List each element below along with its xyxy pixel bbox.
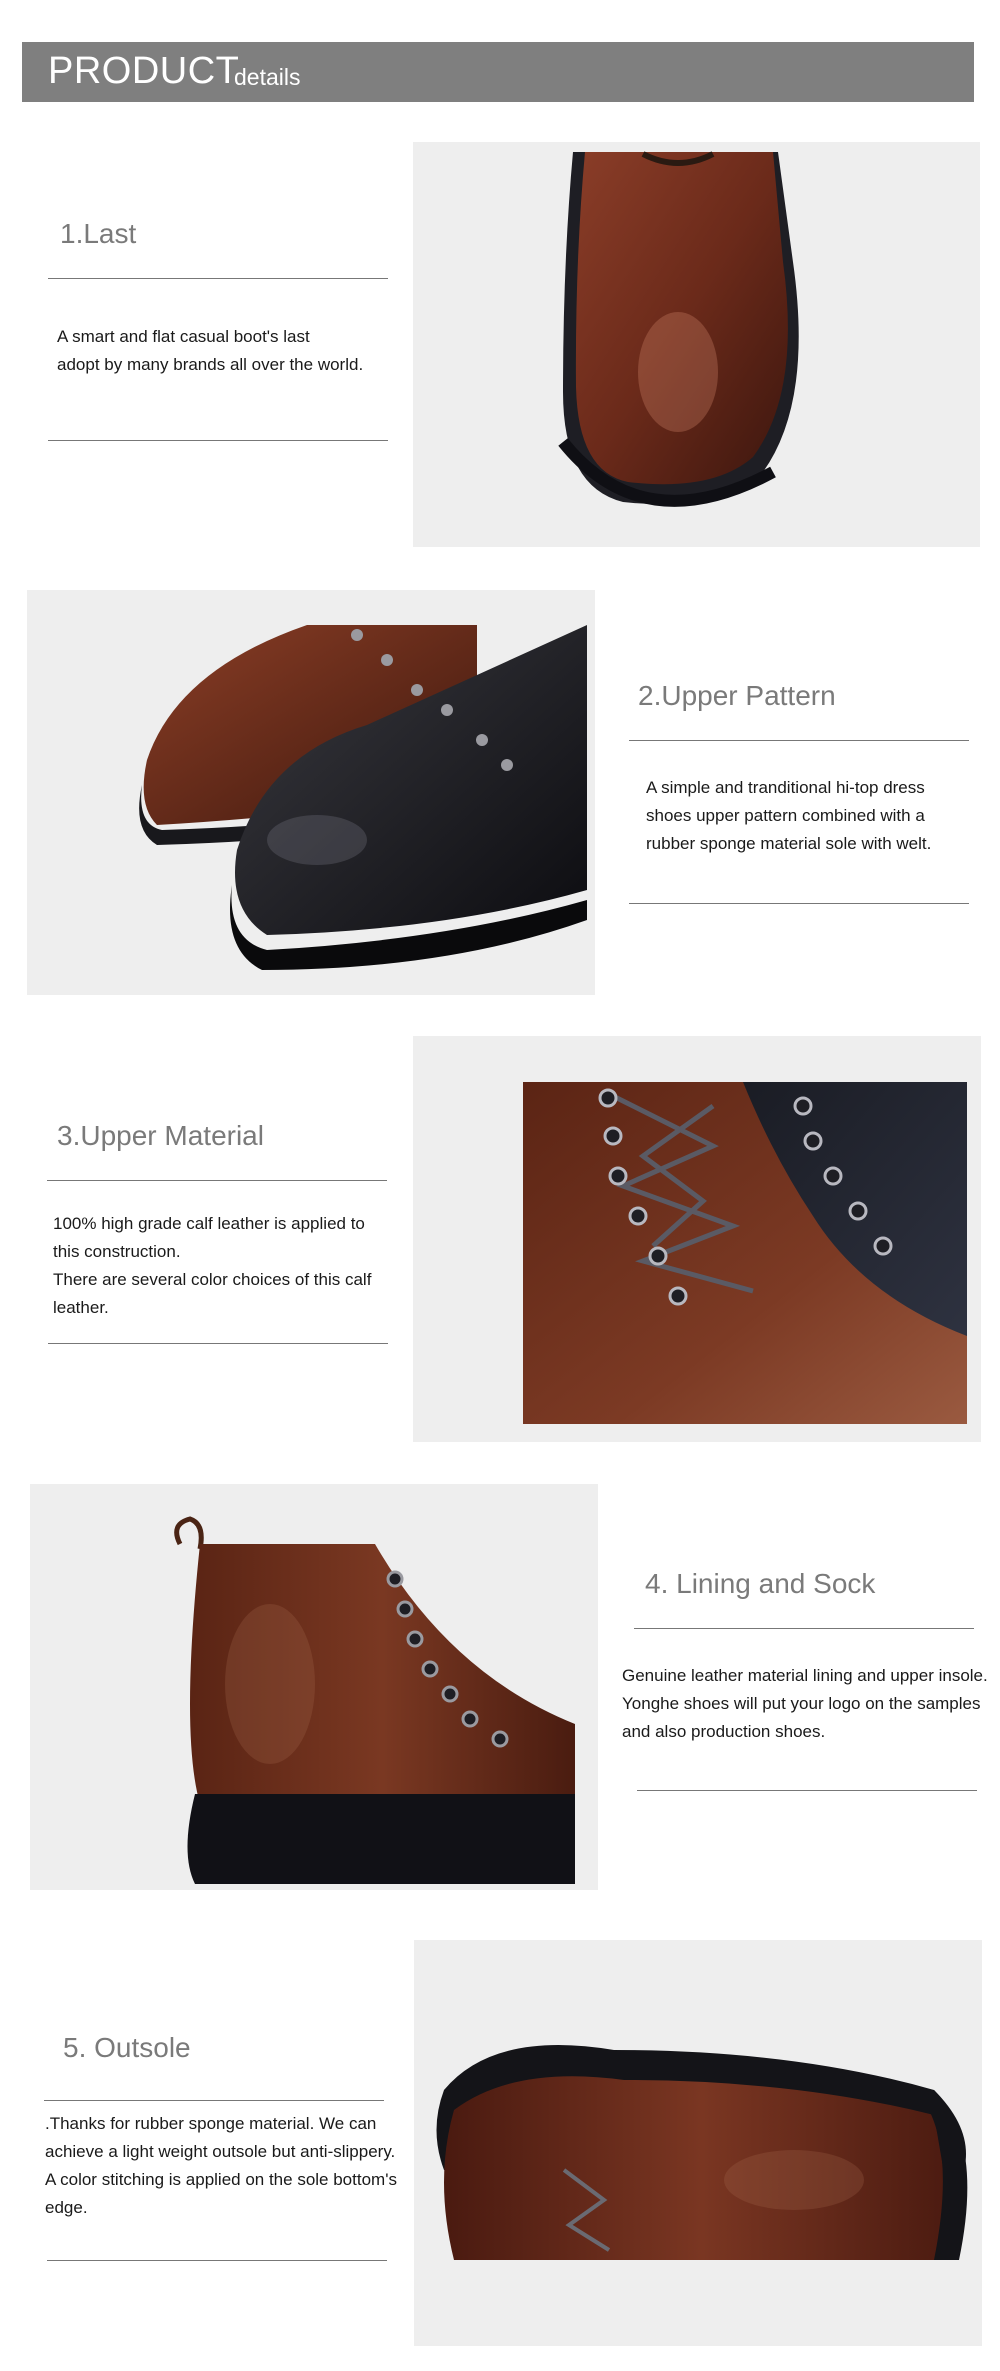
- section-2-bottom-rule: [629, 903, 969, 904]
- section-5-top-rule: [44, 2100, 384, 2101]
- section-1-title: 1.Last: [60, 218, 137, 249]
- desc-line: achieve a light weight outsole but anti-…: [45, 2142, 396, 2161]
- desc-line: Yonghe shoes will put your logo on the s…: [622, 1694, 981, 1713]
- product-photo-outsole: [414, 1940, 982, 2346]
- desc-line: .Thanks for rubber sponge material. We c…: [45, 2114, 377, 2133]
- desc-line: rubber sponge material sole with welt.: [646, 834, 932, 853]
- section-4-title: 4. Lining and Sock: [645, 1568, 876, 1599]
- section-3-top-rule: [47, 1180, 387, 1181]
- desc-line: A smart and flat casual boot's last: [57, 327, 310, 346]
- desc-line: A color stitching is applied on the sole…: [45, 2170, 397, 2189]
- desc-line: this construction.: [53, 1242, 181, 1261]
- desc-line: 100% high grade calf leather is applied …: [53, 1214, 365, 1233]
- header-title-big: PRODUCT: [48, 50, 240, 92]
- section-2-top-rule: [629, 740, 969, 741]
- desc-line: adopt by many brands all over the world.: [57, 355, 364, 374]
- product-photo-last: [413, 142, 980, 547]
- section-4-top-rule: [634, 1628, 974, 1629]
- desc-line: shoes upper pattern combined with a: [646, 806, 925, 825]
- desc-line: Genuine leather material lining and uppe…: [622, 1666, 988, 1685]
- section-4-bottom-rule: [637, 1790, 977, 1791]
- desc-line: leather.: [53, 1298, 109, 1317]
- product-photo-lining-and-sock: [30, 1484, 598, 1890]
- section-1-bottom-rule: [48, 440, 388, 441]
- section-5-description: .Thanks for rubber sponge material. We c…: [45, 2110, 425, 2222]
- section-3-title: 3.Upper Material: [57, 1120, 264, 1151]
- section-5-bottom-rule: [47, 2260, 387, 2261]
- section-5-title: 5. Outsole: [63, 2032, 191, 2063]
- product-photo-upper-pattern: [27, 590, 595, 995]
- section-1-description: A smart and flat casual boot's last adop…: [57, 323, 397, 379]
- section-2-title: 2.Upper Pattern: [638, 680, 836, 711]
- desc-line: A simple and tranditional hi-top dress: [646, 778, 925, 797]
- section-2-description: A simple and tranditional hi-top dress s…: [646, 774, 986, 858]
- desc-line: edge.: [45, 2198, 88, 2217]
- header-title-small: details: [234, 64, 301, 90]
- product-photo-upper-material: [413, 1036, 981, 1442]
- section-1-top-rule: [48, 278, 388, 279]
- desc-line: There are several color choices of this …: [53, 1270, 372, 1289]
- section-3-bottom-rule: [48, 1343, 388, 1344]
- desc-line: and also production shoes.: [622, 1722, 826, 1741]
- section-3-description: 100% high grade calf leather is applied …: [53, 1210, 398, 1322]
- section-4-description: Genuine leather material lining and uppe…: [622, 1662, 1000, 1746]
- header-banner: PRODUCT details: [22, 42, 974, 102]
